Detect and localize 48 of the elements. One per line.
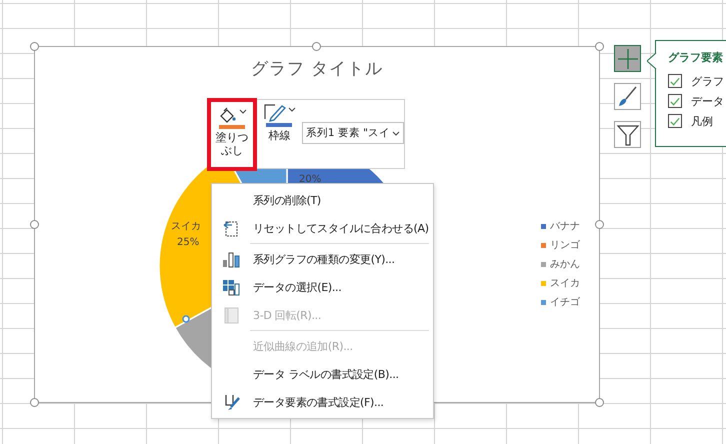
chart-styles-button[interactable] bbox=[614, 83, 641, 110]
resize-handle[interactable] bbox=[30, 220, 39, 229]
funnel-icon bbox=[616, 122, 640, 146]
checkbox[interactable] bbox=[668, 114, 682, 128]
legend-label: バナナ bbox=[550, 220, 580, 233]
checkbox[interactable] bbox=[668, 74, 682, 88]
caret-icon bbox=[392, 130, 400, 136]
add-elements-button[interactable] bbox=[614, 45, 641, 72]
reset-icon bbox=[222, 219, 240, 237]
bar-chart-icon bbox=[222, 250, 240, 268]
data-label: 20% bbox=[299, 174, 322, 185]
menu-item[interactable]: 系列の削除(T) bbox=[214, 186, 429, 214]
legend-label: リンゴ bbox=[550, 239, 580, 252]
check-icon bbox=[669, 76, 681, 86]
resize-handle[interactable] bbox=[30, 398, 39, 407]
chart-title: グラフ タイトル bbox=[250, 58, 384, 80]
menu-item[interactable]: データの選択(E)... bbox=[214, 273, 429, 301]
panel-title: グラフ要素 bbox=[668, 50, 724, 65]
legend-label: みかん bbox=[550, 258, 580, 271]
resize-handle[interactable] bbox=[595, 42, 604, 51]
checkbox-label: 凡例 bbox=[691, 114, 713, 128]
resize-handle[interactable] bbox=[595, 220, 604, 229]
menu-item[interactable]: リセットしてスタイルに合わせる(A) bbox=[214, 214, 429, 242]
legend-label: イチゴ bbox=[550, 296, 580, 309]
check-icon bbox=[669, 116, 681, 126]
resize-handle[interactable] bbox=[595, 398, 604, 407]
data-label: 25% bbox=[177, 237, 200, 248]
check-icon bbox=[669, 96, 681, 106]
outline-button[interactable]: 枠線 bbox=[258, 100, 300, 144]
element-dropdown[interactable]: 系列1 要素 "スイ bbox=[302, 122, 404, 144]
resize-handle[interactable] bbox=[30, 42, 39, 51]
caret-icon bbox=[288, 107, 296, 112]
checkbox-label: データ bbox=[691, 94, 724, 108]
fill-button[interactable]: 塗りつぶし bbox=[207, 98, 257, 171]
menu-item[interactable]: データ要素の書式設定(F)... bbox=[214, 388, 429, 416]
data-label: スイカ bbox=[171, 220, 201, 233]
menu-item[interactable]: データ ラベルの書式設定(B)... bbox=[214, 360, 429, 388]
menu-item[interactable]: 系列グラフの種類の変更(Y)... bbox=[214, 245, 429, 273]
resize-handle[interactable] bbox=[312, 42, 321, 51]
caret-icon bbox=[239, 109, 248, 114]
table-icon bbox=[222, 278, 240, 296]
checkbox-label: グラフ bbox=[691, 74, 724, 88]
checkbox[interactable] bbox=[668, 94, 682, 108]
pen-icon bbox=[262, 102, 287, 122]
legend-label: スイカ bbox=[550, 277, 580, 290]
chart-filter-button[interactable] bbox=[614, 121, 641, 148]
plus-icon bbox=[616, 46, 640, 70]
selection-handle[interactable] bbox=[182, 315, 190, 323]
